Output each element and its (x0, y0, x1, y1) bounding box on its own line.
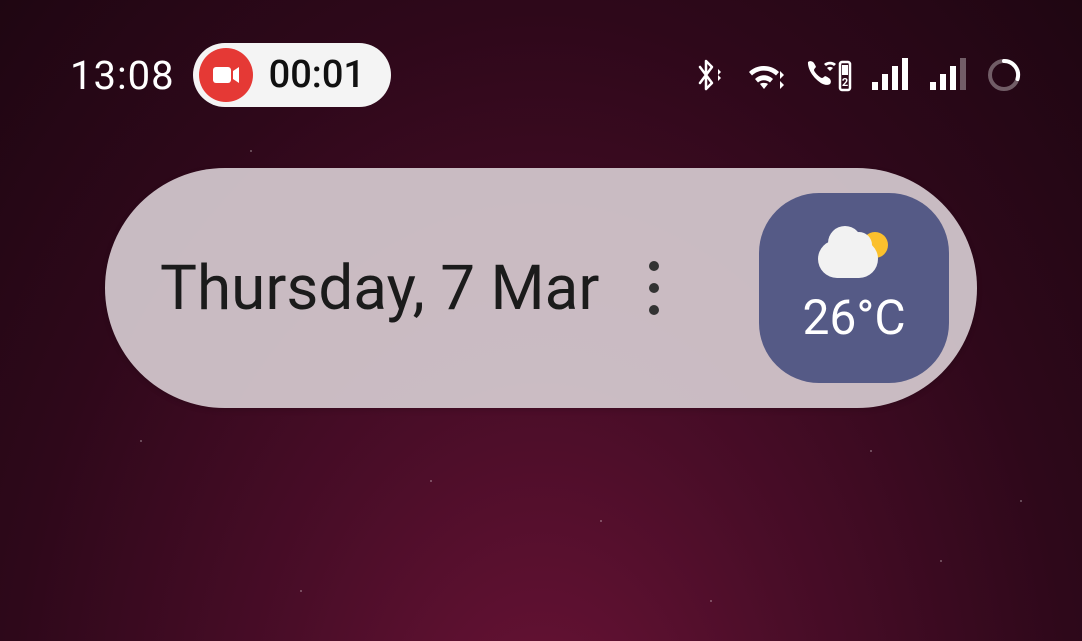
wifi-icon (742, 57, 786, 93)
recording-elapsed: 00:01 (269, 53, 365, 97)
weather-chip[interactable]: 26°C (759, 193, 949, 383)
partly-cloudy-icon (814, 230, 894, 285)
more-icon[interactable] (649, 261, 659, 315)
status-left: 13:08 00:01 (70, 43, 391, 107)
widget-date: Thursday, 7 Mar (160, 252, 599, 325)
wifi-calling-icon: 2 (804, 56, 852, 94)
signal-2-icon (928, 58, 968, 92)
status-bar: 13:08 00:01 (0, 40, 1082, 110)
screen-recording-pill[interactable]: 00:01 (193, 43, 391, 107)
clock: 13:08 (70, 52, 175, 99)
temperature: 26°C (802, 289, 905, 346)
bluetooth-icon (690, 55, 724, 95)
date-weather-widget[interactable]: Thursday, 7 Mar 26°C (105, 168, 977, 408)
record-icon (199, 48, 253, 102)
status-right: 2 (690, 55, 1022, 95)
battery-icon (986, 57, 1022, 93)
signal-1-icon (870, 58, 910, 92)
svg-text:2: 2 (842, 76, 848, 89)
